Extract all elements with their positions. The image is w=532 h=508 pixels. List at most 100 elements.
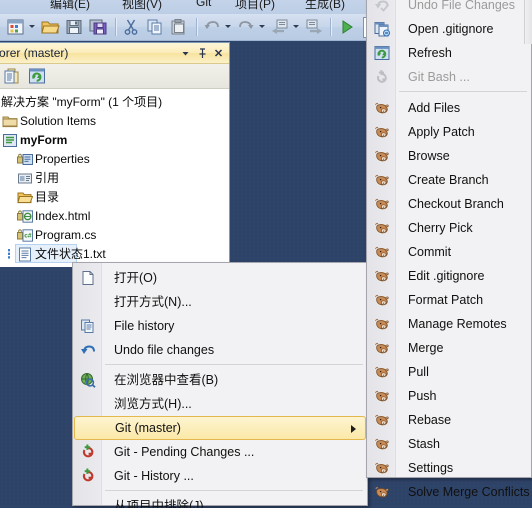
git-menu-item[interactable]: Commit bbox=[368, 240, 530, 264]
git-menu-item[interactable]: Open .gitignore bbox=[368, 17, 530, 41]
menu-item-label: Git - History ... bbox=[114, 469, 194, 483]
menu-item-label: 在浏览器中查看(B) bbox=[114, 373, 219, 387]
git-menu-item[interactable]: Stash bbox=[368, 432, 530, 456]
menu-separator bbox=[105, 364, 363, 365]
git-cow-icon bbox=[374, 484, 390, 500]
git-menu-item-label: Settings bbox=[408, 461, 454, 475]
application-window: 编辑(E)视图(V)Git项目(P)生成(B)调试(D)团队(M) bbox=[0, 0, 532, 508]
git-cow-icon bbox=[374, 148, 390, 164]
git-menu-item[interactable]: Rebase bbox=[368, 408, 530, 432]
git-menu-item-label: Git Bash ... bbox=[408, 70, 470, 84]
solution-explorer-toolbar[interactable] bbox=[0, 64, 229, 89]
menu-item[interactable]: 在浏览器中查看(B) bbox=[74, 368, 366, 392]
menu-bar-item[interactable]: 生成(B) bbox=[305, 0, 345, 12]
git-menu-item-label: Checkout Branch bbox=[408, 197, 504, 211]
git-cow-icon bbox=[374, 100, 390, 116]
chevron-down-icon[interactable] bbox=[179, 46, 192, 60]
pin-icon[interactable] bbox=[196, 46, 209, 60]
git-menu-item-label: Merge bbox=[408, 341, 444, 355]
redo-icon[interactable] bbox=[236, 17, 256, 37]
file-context-menu[interactable]: 打开(O) 打开方式(N)... File history Undo file cha… bbox=[72, 262, 368, 508]
git-cow-icon bbox=[374, 292, 390, 308]
menu-item-git-submenu[interactable]: Git (master) bbox=[74, 416, 366, 440]
menu-item[interactable]: Git - History ... bbox=[74, 464, 366, 488]
cut-icon[interactable] bbox=[121, 17, 141, 37]
new-project-icon[interactable] bbox=[6, 17, 26, 37]
menu-item[interactable]: Git - Pending Changes ... bbox=[74, 440, 366, 464]
git-submenu[interactable]: Undo File Changes Open .gitignore Refresh G… bbox=[366, 0, 532, 499]
open-folder-icon[interactable] bbox=[40, 17, 60, 37]
git-cow-icon bbox=[374, 388, 390, 404]
git-cow-icon bbox=[374, 460, 390, 476]
git-menu-item[interactable]: Settings bbox=[368, 456, 530, 480]
git-menu-item-label: Refresh bbox=[408, 46, 452, 60]
new-project-dropdown-arrow[interactable] bbox=[29, 25, 35, 28]
solution-explorer-titlebar: on Explorer (master) bbox=[0, 43, 229, 64]
navigate-back-dropdown-arrow[interactable] bbox=[293, 25, 299, 28]
folder-open-icon bbox=[17, 190, 34, 205]
close-icon[interactable] bbox=[212, 46, 225, 60]
git-menu-item[interactable]: Manage Remotes bbox=[368, 312, 530, 336]
git-menu-item[interactable]: Apply Patch bbox=[368, 120, 530, 144]
menu-item[interactable]: Undo file changes bbox=[74, 338, 366, 362]
save-icon[interactable] bbox=[64, 17, 84, 37]
git-menu-item[interactable]: Refresh bbox=[368, 41, 530, 65]
git-menu-item-label: Commit bbox=[408, 245, 452, 259]
git-menu-item-label: Manage Remotes bbox=[408, 317, 507, 331]
menu-bar-item[interactable]: 视图(V) bbox=[122, 0, 162, 12]
navigate-back-icon[interactable] bbox=[270, 17, 290, 37]
git-menu-item[interactable]: Browse bbox=[368, 144, 530, 168]
save-all-icon[interactable] bbox=[88, 17, 108, 37]
tree-item-label: 目录 bbox=[35, 190, 60, 204]
menu-item[interactable]: 浏览方式(H)... bbox=[74, 392, 366, 416]
copy-icon[interactable] bbox=[145, 17, 165, 37]
refresh-icon[interactable] bbox=[28, 67, 46, 85]
git-menu-item[interactable]: Cherry Pick bbox=[368, 216, 530, 240]
undo-icon[interactable] bbox=[202, 17, 222, 37]
menu-item[interactable]: File history bbox=[74, 314, 366, 338]
menu-item-label: 浏览方式(H)... bbox=[114, 397, 192, 411]
git-menu-item[interactable]: Add Files bbox=[368, 96, 530, 120]
git-menu-item-label: Pull bbox=[408, 365, 429, 379]
redo-dropdown-arrow[interactable] bbox=[259, 25, 265, 28]
svg-text:c#: c# bbox=[24, 233, 32, 240]
menu-item-label: Undo file changes bbox=[114, 343, 215, 357]
menu-bar-item[interactable]: Git bbox=[196, 0, 211, 9]
paste-icon[interactable] bbox=[169, 17, 189, 37]
submenu-arrow-icon bbox=[351, 425, 356, 433]
start-debug-icon[interactable] bbox=[337, 17, 357, 37]
git-menu-item[interactable]: Merge bbox=[368, 336, 530, 360]
git-menu-item[interactable]: Format Patch bbox=[368, 288, 530, 312]
git-menu-item-label: Push bbox=[408, 389, 437, 403]
git-menu-item: Git Bash ... bbox=[368, 65, 530, 89]
git-menu-item[interactable]: Create Branch bbox=[368, 168, 530, 192]
git-cow-icon bbox=[374, 412, 390, 428]
view-in-browser-icon bbox=[80, 372, 96, 388]
menu-separator bbox=[105, 490, 363, 491]
properties-window-icon[interactable] bbox=[3, 67, 21, 85]
menu-item[interactable]: 打开(O) bbox=[74, 266, 366, 290]
project-icon bbox=[2, 133, 18, 148]
git-menu-item[interactable]: Edit .gitignore bbox=[368, 264, 530, 288]
git-cow-icon bbox=[374, 268, 390, 284]
menu-item-label: 从项目中排除(J) bbox=[114, 499, 204, 508]
navigate-forward-icon[interactable] bbox=[304, 17, 324, 37]
git-menu-item[interactable]: Pull bbox=[368, 360, 530, 384]
git-menu-item: Undo File Changes bbox=[368, 0, 530, 17]
git-menu-item[interactable]: Checkout Branch bbox=[368, 192, 530, 216]
git-menu-item[interactable]: Push bbox=[368, 384, 530, 408]
undo-dropdown-arrow[interactable] bbox=[225, 25, 231, 28]
vertical-scrollbar[interactable] bbox=[524, 0, 532, 44]
git-menu-item[interactable]: Solve Merge Conflicts bbox=[368, 480, 530, 504]
menu-item-label: File history bbox=[114, 319, 175, 333]
git-cow-icon bbox=[374, 316, 390, 332]
menu-item[interactable]: 打开方式(N)... bbox=[74, 290, 366, 314]
solution-tree[interactable]: 解决方案 "myForm" (1 个项目) Solution Items myFor… bbox=[0, 89, 229, 267]
menu-bar-item[interactable]: 项目(P) bbox=[235, 0, 275, 12]
menu-item-label: 打开方式(N)... bbox=[114, 295, 192, 309]
toolbar-separator bbox=[196, 18, 197, 36]
toolbar-separator bbox=[115, 18, 116, 36]
menu-bar-item[interactable]: 编辑(E) bbox=[50, 0, 90, 12]
git-bash-icon bbox=[374, 69, 390, 85]
menu-item[interactable]: 从项目中排除(J) bbox=[74, 494, 366, 508]
